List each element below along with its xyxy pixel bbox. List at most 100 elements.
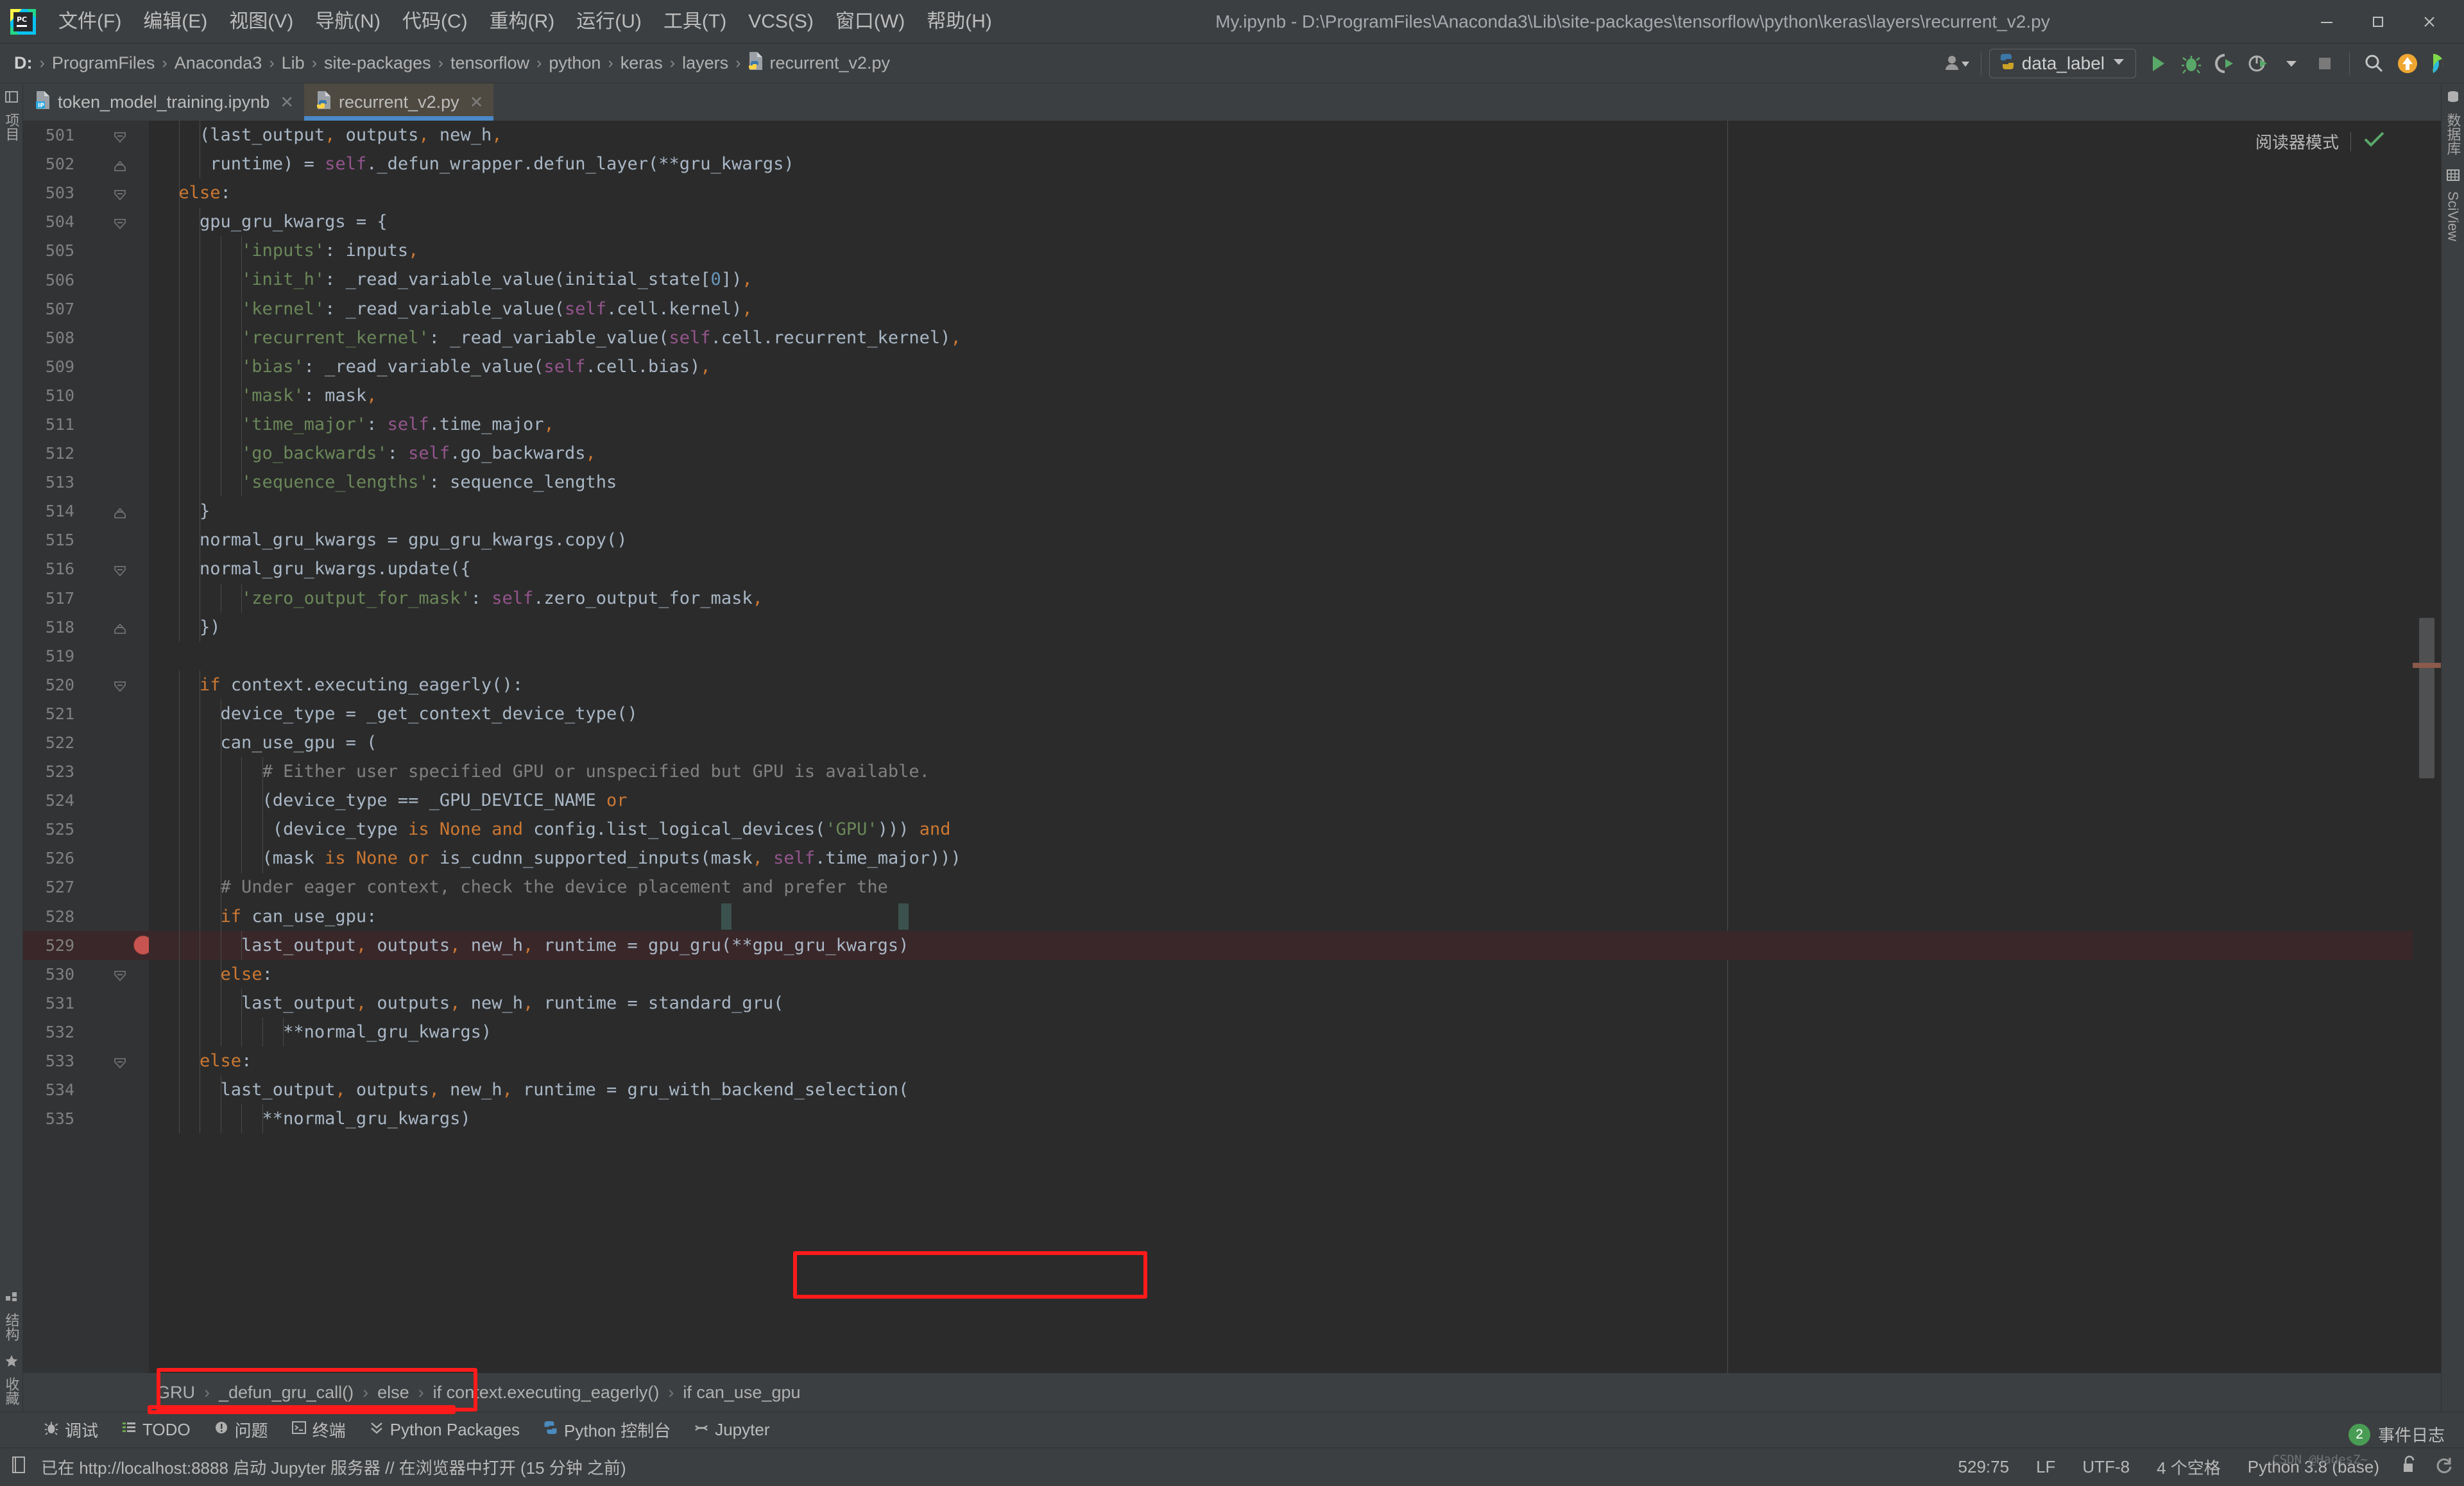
code-line[interactable]: else:: [149, 960, 2413, 989]
gutter-icons[interactable]: [77, 439, 149, 468]
close-icon[interactable]: ✕: [280, 92, 294, 112]
gutter-line[interactable]: 530: [23, 960, 149, 989]
code-line[interactable]: normal_gru_kwargs = gpu_gru_kwargs.copy(…: [149, 525, 2413, 554]
gutter-line[interactable]: 504: [23, 207, 149, 236]
gutter-line[interactable]: 512: [23, 439, 149, 468]
debug-button[interactable]: [2175, 47, 2208, 80]
gutter-icons[interactable]: [77, 931, 191, 960]
error-stripe-mark[interactable]: [2413, 663, 2441, 668]
code-line[interactable]: device_type = _get_context_device_type(): [149, 699, 2413, 728]
code-line[interactable]: 'sequence_lengths': sequence_lengths: [149, 468, 2413, 497]
gutter-icons[interactable]: [77, 121, 149, 149]
gutter-line[interactable]: 506: [23, 265, 149, 294]
code-line[interactable]: 'recurrent_kernel': _read_variable_value…: [149, 323, 2413, 352]
fold-down-icon[interactable]: [113, 128, 127, 142]
code-line[interactable]: 'go_backwards': self.go_backwards,: [149, 439, 2413, 468]
code-line[interactable]: 'init_h': _read_variable_value(initial_s…: [149, 265, 2413, 294]
tool-window-jupyter[interactable]: Jupyter: [682, 1417, 781, 1442]
tool-window-python-packages[interactable]: Python Packages: [357, 1417, 531, 1442]
gutter-line[interactable]: 501: [23, 121, 149, 149]
chevron-down-icon[interactable]: [2275, 47, 2308, 80]
code-line[interactable]: runtime) = self._defun_wrapper.defun_lay…: [149, 149, 2413, 178]
gutter-icons[interactable]: [77, 815, 149, 844]
gutter-icons[interactable]: [77, 584, 149, 613]
code-line[interactable]: 'time_major': self.time_major,: [149, 410, 2413, 439]
fold-down-icon[interactable]: [113, 562, 127, 577]
gutter-line[interactable]: 511: [23, 410, 149, 439]
gutter-line[interactable]: 507: [23, 295, 149, 323]
code-line[interactable]: **normal_gru_kwargs): [149, 1018, 2413, 1046]
sidebar-item-structure[interactable]: 结构: [0, 1283, 23, 1347]
gutter-icons[interactable]: [77, 960, 149, 989]
sidebar-item-sciview[interactable]: SciView: [2443, 162, 2463, 248]
code-line[interactable]: last_output, outputs, new_h, runtime = s…: [149, 989, 2413, 1018]
gutter-icons[interactable]: [77, 670, 149, 699]
code-line[interactable]: }: [149, 497, 2413, 525]
code-line[interactable]: can_use_gpu = (: [149, 728, 2413, 757]
gutter-line[interactable]: 519: [23, 642, 149, 670]
code-line[interactable]: 'bias': _read_variable_value(self.cell.b…: [149, 352, 2413, 381]
gutter-icons[interactable]: [77, 295, 149, 323]
code-editor[interactable]: 501 502 503 504 505 506 507 508 509 510 511 512 513 5…: [23, 121, 2441, 1373]
code-line[interactable]: 'inputs': inputs,: [149, 236, 2413, 265]
editor-scrollbar[interactable]: [2413, 121, 2441, 1373]
tab-recurrent-v2[interactable]: recurrent_v2.py ✕: [304, 83, 494, 121]
code-line[interactable]: (device_type == _GPU_DEVICE_NAME or: [149, 786, 2413, 815]
status-message[interactable]: 已在 http://localhost:8888 启动 Jupyter 服务器 …: [36, 1454, 631, 1480]
gutter-icons[interactable]: [77, 1104, 149, 1133]
code-line[interactable]: [149, 642, 2413, 670]
fold-up-icon[interactable]: [113, 504, 127, 518]
sidebar-item-database[interactable]: 数据库: [2442, 83, 2464, 162]
gutter-icons[interactable]: [77, 525, 149, 554]
code-line[interactable]: else:: [149, 178, 2413, 207]
gutter-icons[interactable]: [77, 410, 149, 439]
notification-icon[interactable]: [10, 1455, 28, 1479]
caret-position[interactable]: 529:75: [1953, 1456, 2015, 1478]
tool-window-problems[interactable]: 问题: [202, 1415, 280, 1444]
code-line[interactable]: # Either user specified GPU or unspecifi…: [149, 757, 2413, 786]
path-crumb-layers[interactable]: layers: [677, 51, 733, 75]
gutter-icons[interactable]: [77, 786, 149, 815]
gutter-line[interactable]: 528: [23, 902, 149, 931]
fold-down-icon[interactable]: [113, 967, 127, 982]
gutter-line[interactable]: 508: [23, 323, 149, 352]
fold-up-icon[interactable]: [113, 620, 127, 635]
sidebar-item-project[interactable]: 项目: [0, 83, 23, 148]
menu-item-run[interactable]: 运行(U): [565, 7, 653, 36]
code-line[interactable]: (last_output, outputs, new_h,: [149, 121, 2413, 149]
gutter-icons[interactable]: [77, 381, 149, 410]
code-line[interactable]: (device_type is None and config.list_log…: [149, 815, 2413, 844]
profile-button[interactable]: [2241, 47, 2275, 80]
gutter-line[interactable]: 533: [23, 1046, 149, 1075]
tool-window-python-console[interactable]: Python 控制台: [531, 1415, 682, 1444]
tool-window-terminal[interactable]: 终端: [280, 1415, 357, 1444]
code-line[interactable]: normal_gru_kwargs.update({: [149, 554, 2413, 583]
gutter-line[interactable]: 513: [23, 468, 149, 497]
fold-down-icon[interactable]: [113, 215, 127, 230]
breadcrumb-gru[interactable]: GRU: [149, 1381, 203, 1404]
menu-item-view[interactable]: 视图(V): [218, 7, 304, 36]
gutter-line[interactable]: 522: [23, 728, 149, 757]
close-icon[interactable]: ✕: [470, 92, 484, 112]
gutter-icons[interactable]: [77, 1046, 149, 1075]
code-line[interactable]: gpu_gru_kwargs = {: [149, 207, 2413, 236]
path-crumb-anaconda3[interactable]: Anaconda3: [169, 51, 268, 75]
code-line[interactable]: else:: [149, 1046, 2413, 1075]
gutter-line[interactable]: 505: [23, 236, 149, 265]
file-encoding[interactable]: UTF-8: [2077, 1456, 2135, 1478]
path-crumb-keras[interactable]: keras: [615, 51, 668, 75]
gutter-icons[interactable]: [77, 699, 149, 728]
code-line[interactable]: }): [149, 613, 2413, 642]
code-line[interactable]: if can_use_gpu:: [149, 902, 2413, 931]
gutter-line[interactable]: 514: [23, 497, 149, 525]
code-line[interactable]: **normal_gru_kwargs): [149, 1104, 2413, 1133]
gutter-line[interactable]: 531: [23, 989, 149, 1018]
sync-icon[interactable]: [2434, 1455, 2454, 1479]
path-crumb-site-packages[interactable]: site-packages: [319, 51, 436, 75]
gutter-icons[interactable]: [77, 497, 149, 525]
gutter-icons[interactable]: [77, 323, 149, 352]
breadcrumb-if-executing-eagerly[interactable]: if context.executing_eagerly(): [425, 1381, 667, 1404]
gutter-icons[interactable]: [77, 554, 149, 583]
close-button[interactable]: [2404, 3, 2455, 41]
gutter-icons[interactable]: [77, 1075, 149, 1104]
